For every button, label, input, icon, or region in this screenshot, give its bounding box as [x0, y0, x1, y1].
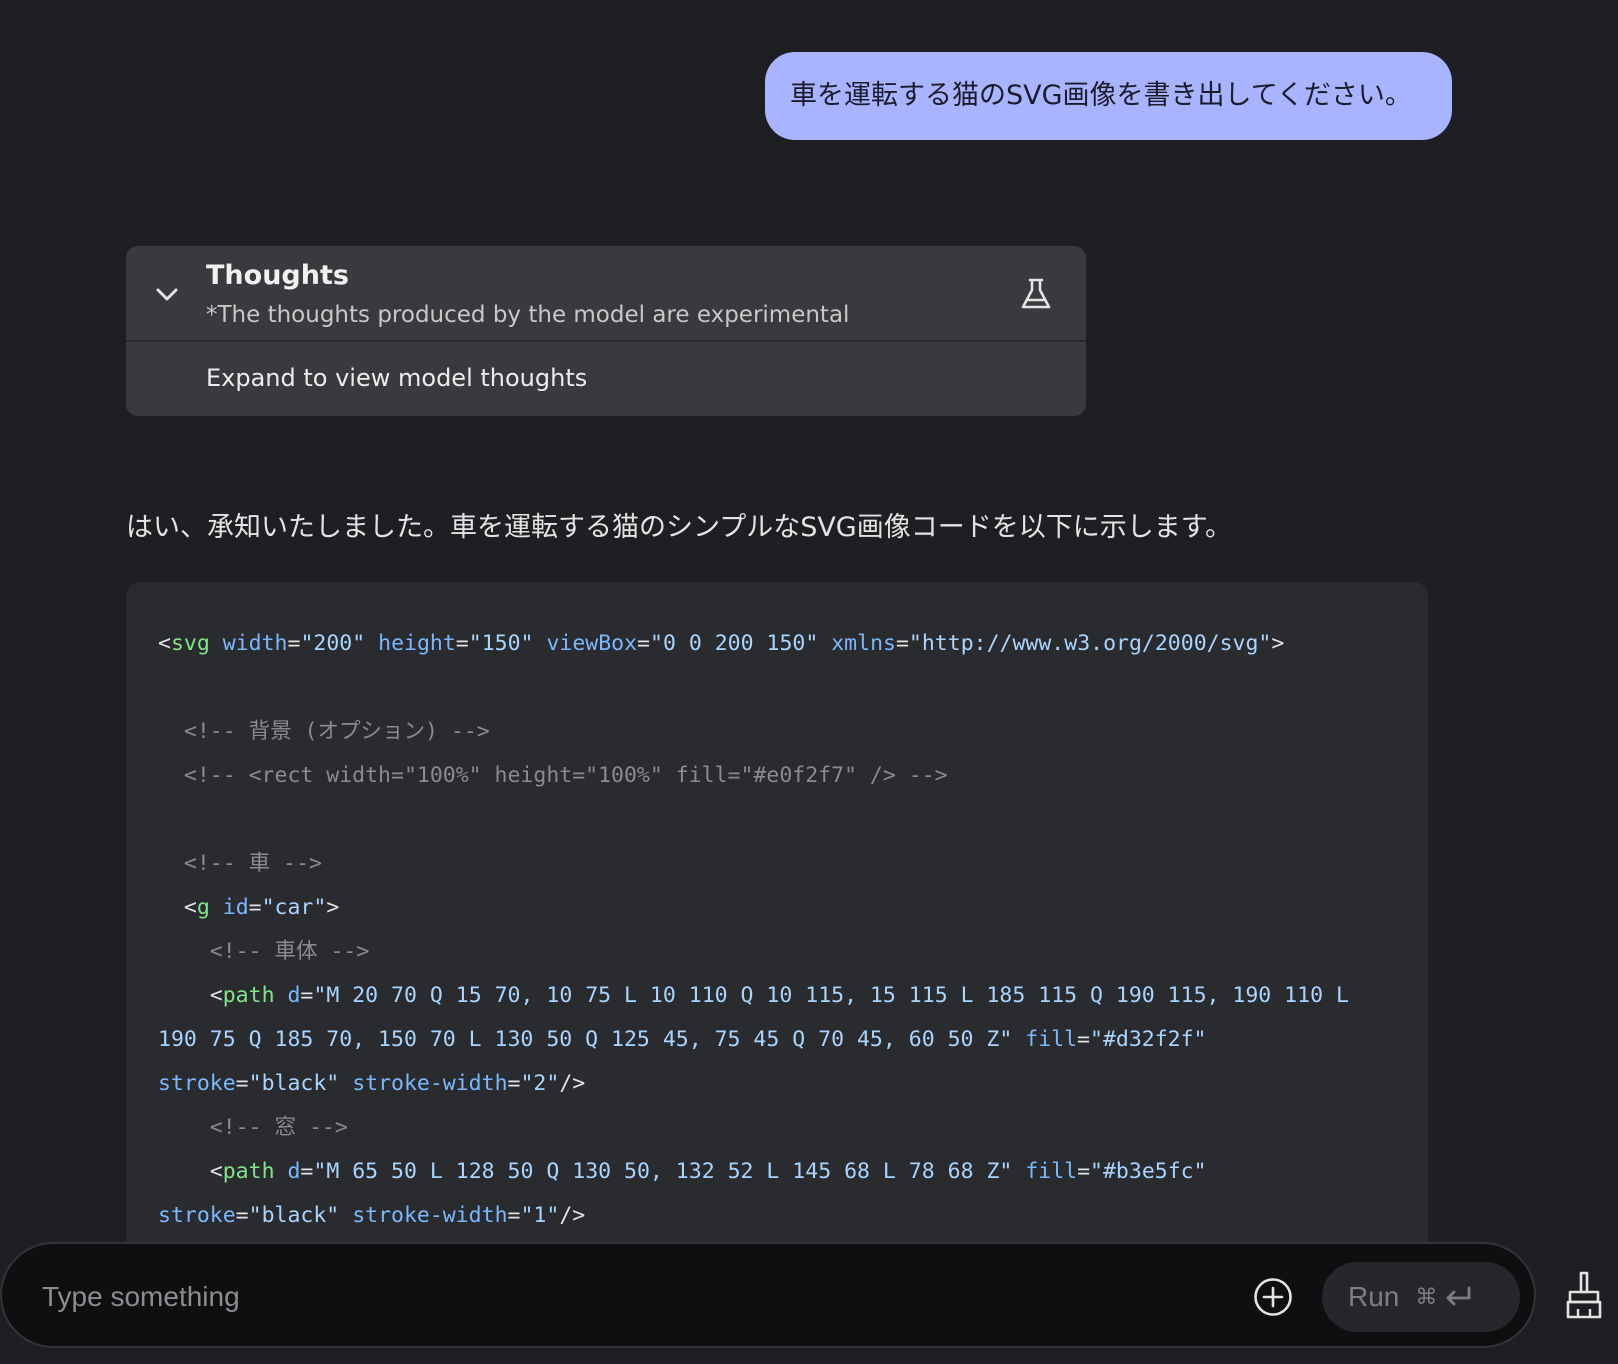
code-line: <!-- 車 --> — [158, 851, 322, 876]
prompt-input-bar: Run ⌘ — [0, 1242, 1536, 1348]
broom-icon[interactable] — [1562, 1270, 1606, 1320]
run-shortcut: ⌘ — [1415, 1285, 1473, 1310]
code-line: stroke="black" stroke-width="1"/> — [158, 1203, 586, 1228]
run-label: Run — [1348, 1281, 1400, 1312]
code-line: <!-- <rect width="100%" height="100%" fi… — [158, 763, 948, 788]
thoughts-header[interactable]: Thoughts *The thoughts produced by the m… — [126, 246, 1086, 342]
prompt-input[interactable] — [42, 1270, 1192, 1324]
code-line: <!-- 車体 --> — [158, 939, 370, 964]
code-line: <path d="M 65 50 L 128 50 Q 130 50, 132 … — [158, 1159, 1207, 1184]
enter-icon — [1446, 1286, 1471, 1306]
run-button[interactable]: Run ⌘ — [1322, 1262, 1520, 1332]
chat-page: 車を運転する猫のSVG画像を書き出してください。 Thoughts *The t… — [0, 0, 1618, 1364]
code-line: stroke="black" stroke-width="2"/> — [158, 1071, 586, 1096]
code-block: <svg width="200" height="150" viewBox="0… — [126, 582, 1428, 1342]
user-message-bubble: 車を運転する猫のSVG画像を書き出してください。 — [765, 52, 1452, 140]
code-line: 190 75 Q 185 70, 150 70 L 130 50 Q 125 4… — [158, 1027, 1207, 1052]
code-line: <!-- 背景 (オプション) --> — [158, 719, 490, 744]
thoughts-title: Thoughts — [206, 260, 349, 291]
thoughts-panel: Thoughts *The thoughts produced by the m… — [126, 246, 1086, 416]
model-response-text: はい、承知いたしました。車を運転する猫のシンプルなSVG画像コードを以下に示しま… — [126, 512, 1233, 543]
chevron-down-icon[interactable] — [152, 282, 182, 306]
code-line: <g id="car"> — [158, 895, 340, 920]
code-line: <svg width="200" height="150" viewBox="0… — [158, 631, 1285, 656]
add-circle-icon[interactable] — [1252, 1276, 1294, 1318]
expand-thoughts-link[interactable]: Expand to view model thoughts — [206, 364, 587, 392]
command-key-icon: ⌘ — [1415, 1284, 1438, 1310]
flask-icon — [1021, 278, 1051, 309]
code-line: <!-- 窓 --> — [158, 1115, 348, 1140]
code-line: <path d="M 20 70 Q 15 70, 10 75 L 10 110… — [158, 983, 1349, 1008]
thoughts-subtitle: *The thoughts produced by the model are … — [206, 302, 850, 328]
code-content: <svg width="200" height="150" viewBox="0… — [158, 622, 1428, 1238]
